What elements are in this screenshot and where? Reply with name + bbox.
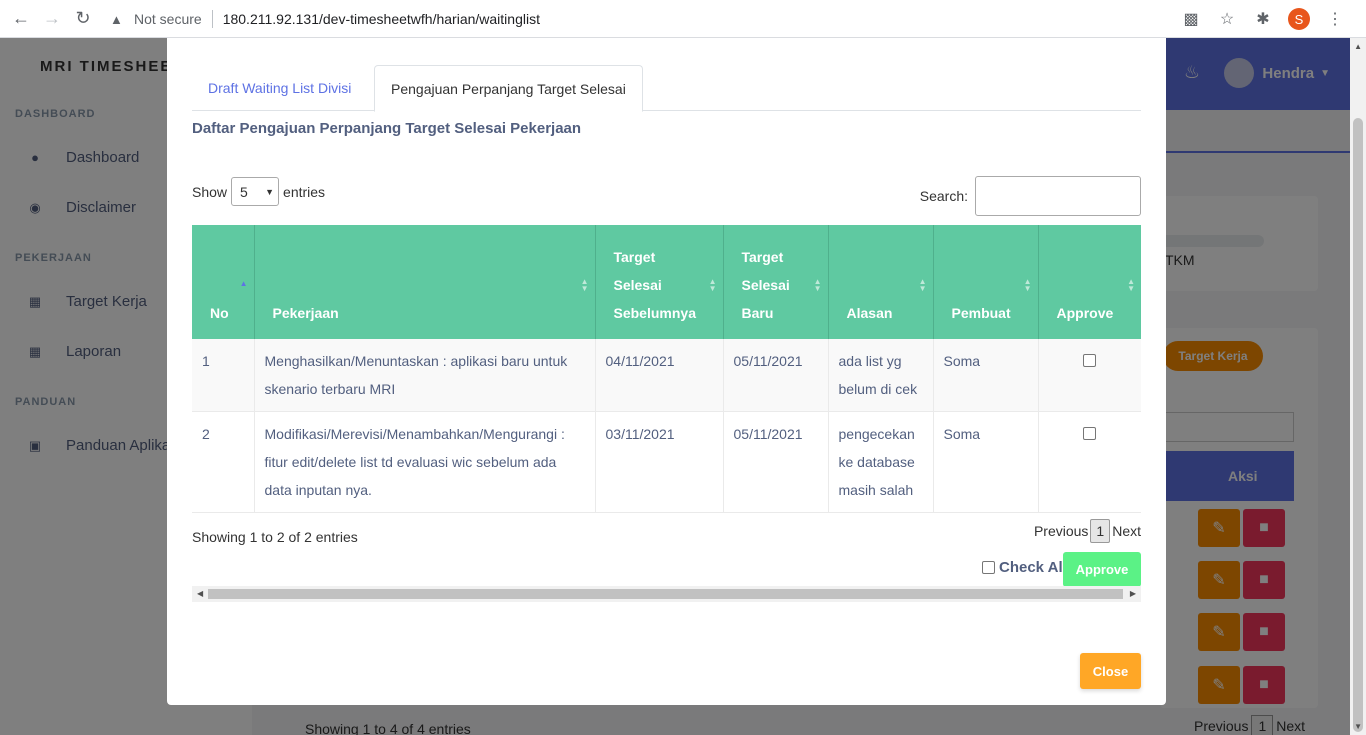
column-label: Target Selesai — [613, 249, 662, 293]
column-label: Baru — [741, 305, 774, 321]
cell-target-sebelumnya: 03/11/2021 — [595, 411, 724, 513]
url-separator — [211, 10, 213, 28]
column-label: Target — [741, 249, 784, 265]
scroll-up-icon[interactable]: ▲ — [1354, 42, 1362, 51]
cell-target-baru: 05/11/2021 — [723, 339, 829, 412]
pager-page[interactable]: 1 — [1090, 519, 1111, 543]
cell-approve — [1038, 411, 1141, 513]
column-label: Sebelumnya — [613, 305, 696, 321]
column-header-target-sebelumnya[interactable]: Target Selesai Sebelumnya ▲ ▼ — [595, 225, 724, 339]
profile-avatar[interactable]: S — [1288, 8, 1310, 30]
column-header-pekerjaan[interactable]: Pekerjaan ▲ ▼ — [254, 225, 596, 339]
column-label: Selesai — [741, 277, 790, 293]
table-row: 1 Menghasilkan/Menuntaskan : aplikasi ba… — [192, 339, 1141, 412]
show-label: Show — [192, 183, 228, 200]
column-header-pembuat[interactable]: Pembuat ▲ ▼ — [933, 225, 1039, 339]
search-input[interactable] — [975, 176, 1141, 216]
cell-approve — [1038, 339, 1141, 412]
not-secure-label: Not secure — [134, 11, 202, 27]
cell-alasan: pengecekan ke database masih salah — [828, 411, 934, 513]
page-scrollbar[interactable]: ▲ ▼ — [1350, 38, 1366, 735]
table-row: 2 Modifikasi/Merevisi/Menambahkan/Mengur… — [192, 411, 1141, 513]
cell-target-baru: 05/11/2021 — [723, 411, 829, 513]
search-label: Search: — [919, 188, 968, 204]
sort-icon: ▲ ▼ — [813, 276, 822, 293]
reload-icon[interactable]: ↻ — [73, 8, 93, 29]
sort-icon: ▲ ▼ — [580, 276, 589, 293]
scroll-thumb[interactable] — [208, 589, 1123, 599]
cell-no: 2 — [192, 411, 255, 513]
approve-checkbox[interactable] — [1083, 354, 1097, 367]
column-label: Approve — [1056, 305, 1114, 321]
scroll-right-icon[interactable]: ▶ — [1130, 589, 1136, 598]
sort-icon: ▲ ▼ — [1023, 276, 1032, 293]
warning-icon: ▲ — [110, 12, 123, 27]
modal-tabs: Draft Waiting List Divisi Pengajuan Perp… — [192, 65, 1141, 112]
tab-draft-waiting-list[interactable]: Draft Waiting List Divisi — [192, 65, 367, 111]
entries-label: entries — [283, 183, 326, 200]
scroll-thumb[interactable] — [1353, 118, 1363, 732]
browser-toolbar: ← → ↻ ▲ Not secure 180.211.92.131/dev-ti… — [0, 0, 1366, 38]
table-horizontal-scrollbar[interactable]: ◀ ▶ — [192, 586, 1141, 602]
cell-no: 1 — [192, 339, 255, 412]
entries-select-value: 5 — [240, 183, 248, 200]
cell-pembuat: Soma — [933, 339, 1039, 412]
cell-target-sebelumnya: 04/11/2021 — [595, 339, 724, 412]
check-all-checkbox[interactable] — [982, 561, 995, 574]
show-entries: Show 5 ▼ entries — [192, 177, 325, 206]
column-label: Alasan — [846, 305, 893, 321]
scroll-left-icon[interactable]: ◀ — [197, 589, 203, 598]
extensions-icon[interactable]: ✱ — [1252, 8, 1274, 30]
showing-entries-text: Showing 1 to 2 of 2 entries — [192, 529, 358, 545]
cell-pembuat: Soma — [933, 411, 1039, 513]
pagination: Previous 1 Next — [1034, 519, 1141, 543]
cell-pekerjaan: Modifikasi/Merevisi/Menambahkan/Menguran… — [254, 411, 596, 513]
column-header-target-baru[interactable]: Target Selesai Baru ▲ ▼ — [723, 225, 829, 339]
column-header-alasan[interactable]: Alasan ▲ ▼ — [828, 225, 934, 339]
cell-alasan: ada list yg belum di cek — [828, 339, 934, 412]
tab-pengajuan-perpanjang[interactable]: Pengajuan Perpanjang Target Selesai — [374, 65, 643, 112]
check-all-label: Check All — [999, 559, 1067, 576]
section-title: Daftar Pengajuan Perpanjang Target Seles… — [192, 120, 582, 137]
address-bar[interactable]: ▲ Not secure 180.211.92.131/dev-timeshee… — [110, 6, 540, 32]
chevron-down-icon: ▼ — [265, 186, 275, 197]
pengajuan-table: No ▲ Pekerjaan ▲ ▼ Target Selesai Sebelum… — [192, 225, 1141, 513]
column-label: No — [210, 305, 229, 321]
sort-asc-icon: ▲ — [239, 278, 248, 288]
sort-icon: ▲ ▼ — [918, 276, 927, 293]
sort-icon: ▲ ▼ — [1127, 276, 1135, 293]
search-row: Search: — [920, 176, 1141, 216]
sort-icon: ▲ ▼ — [708, 276, 717, 293]
translate-icon[interactable]: ▩ — [1180, 8, 1202, 30]
menu-dots-icon[interactable]: ⋮ — [1324, 8, 1346, 30]
approve-checkbox[interactable] — [1083, 427, 1097, 440]
modal-dialog: Draft Waiting List Divisi Pengajuan Perp… — [167, 38, 1166, 705]
column-label: Pembuat — [951, 305, 1011, 321]
url-text[interactable]: 180.211.92.131/dev-timesheetwfh/harian/w… — [223, 11, 540, 27]
approve-button[interactable]: Approve — [1063, 552, 1141, 587]
table-header-row: No ▲ Pekerjaan ▲ ▼ Target Selesai Sebelum… — [192, 225, 1141, 339]
back-arrow-icon[interactable]: ← — [11, 8, 31, 29]
column-header-approve[interactable]: Approve ▲ ▼ — [1038, 225, 1141, 339]
forward-arrow-icon[interactable]: → — [42, 8, 62, 29]
cell-pekerjaan: Menghasilkan/Menuntaskan : aplikasi baru… — [254, 339, 596, 412]
check-all[interactable]: Check All — [982, 559, 1067, 576]
column-label: Pekerjaan — [272, 305, 339, 321]
pager-previous[interactable]: Previous — [1034, 523, 1088, 539]
scroll-down-icon[interactable]: ▼ — [1354, 722, 1362, 731]
close-button[interactable]: Close — [1080, 653, 1141, 689]
entries-select[interactable]: 5 ▼ — [231, 177, 280, 206]
star-icon[interactable]: ☆ — [1216, 8, 1238, 30]
column-header-no[interactable]: No ▲ — [192, 225, 255, 339]
pager-next[interactable]: Next — [1112, 523, 1141, 539]
